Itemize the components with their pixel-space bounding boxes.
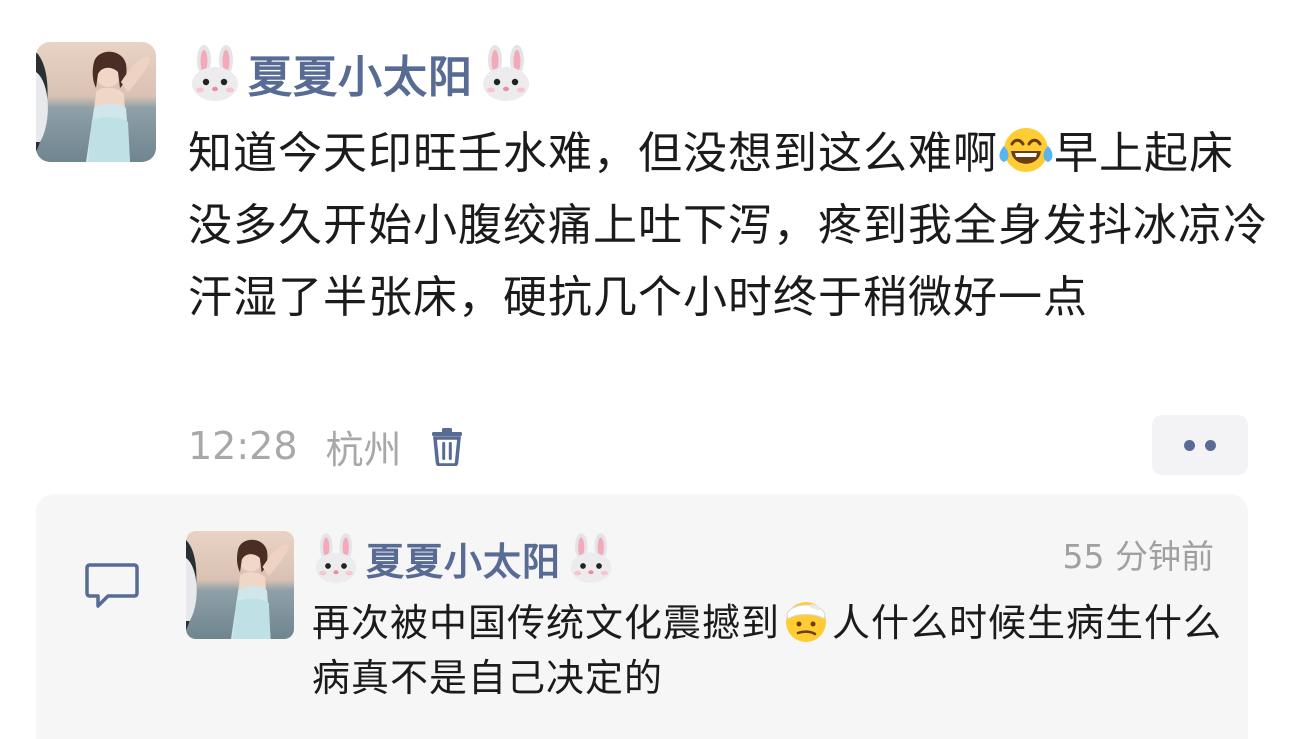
author-name[interactable]: 夏夏小太阳 — [248, 41, 473, 105]
post-location[interactable]: 杭州 — [326, 419, 402, 474]
author-line: 夏夏小太阳 — [188, 40, 533, 106]
moments-post-page: 夏夏小太阳 知道今天印旺壬水难，但没想到这么难啊 早上起床没多久开始小腹绞痛上吐… — [0, 0, 1290, 739]
rabbit-face-icon — [312, 532, 360, 584]
rabbit-face-icon — [567, 532, 615, 584]
comment-author-line: 夏夏小太阳 — [312, 528, 615, 588]
comment-icon — [84, 561, 140, 611]
post-time: 12:28 — [188, 424, 298, 468]
post-text-part1: 知道今天印旺壬水难，但没想到这么难啊 — [188, 128, 998, 179]
commenter-avatar[interactable] — [186, 531, 294, 639]
tears-of-joy-icon — [998, 124, 1054, 176]
post-meta: 12:28 杭州 — [188, 418, 464, 474]
trash-icon[interactable] — [430, 426, 464, 466]
more-actions-button[interactable] — [1152, 415, 1248, 475]
comment-body[interactable]: 再次被中国传统文化震撼到 人什么时候生病生什么病真不是自己决定的 — [312, 596, 1232, 706]
post-body: 知道今天印旺壬水难，但没想到这么难啊 早上起床没多久开始小腹绞痛上吐下泻，疼到我… — [188, 118, 1268, 334]
rabbit-face-icon — [188, 44, 242, 102]
dot-icon — [1184, 439, 1195, 451]
comment-text-part1: 再次被中国传统文化震撼到 — [312, 601, 781, 645]
rabbit-face-icon — [479, 44, 533, 102]
head-bandage-icon — [780, 596, 832, 644]
author-avatar[interactable] — [36, 42, 156, 162]
comment-time: 55 分钟前 — [1062, 537, 1214, 576]
dot-icon — [1205, 439, 1216, 451]
commenter-name[interactable]: 夏夏小太阳 — [366, 531, 561, 586]
